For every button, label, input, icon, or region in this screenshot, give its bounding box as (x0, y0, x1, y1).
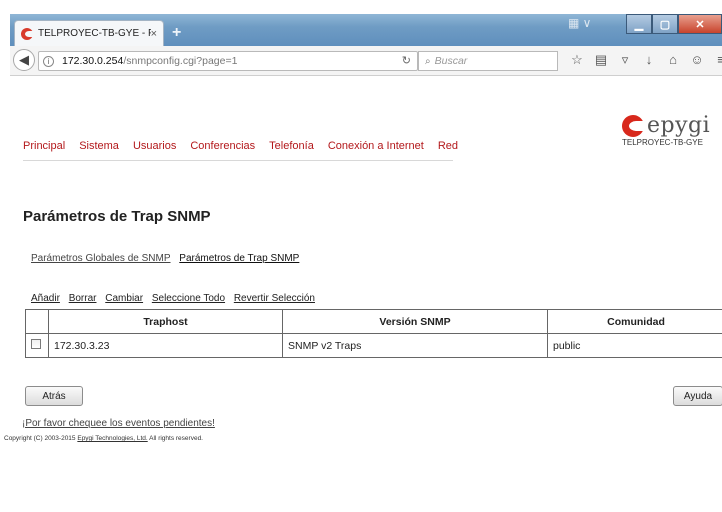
logo-text: epygi (647, 113, 711, 138)
copyright-prefix: Copyright (C) 2003-2015 (4, 435, 78, 442)
browser-toolbar: ◀ i 172.30.0.254 /snmpconfig.cgi?page=1 … (10, 46, 722, 76)
window-controls: ▁ ▢ ✕ (626, 14, 722, 36)
menu-icon[interactable]: ≡ (714, 52, 722, 68)
search-placeholder: Buscar (434, 55, 468, 67)
browser-tab[interactable]: TELPROYEC-TB-GYE - Pará... × (14, 20, 164, 46)
table-row: 172.30.3.23 SNMP v2 Traps public (25, 333, 722, 358)
nav-item-red[interactable]: Red (438, 140, 458, 152)
nav-item-principal[interactable]: Principal (23, 140, 65, 152)
table-header-row: Traphost Versión SNMP Comunidad (25, 309, 722, 334)
toolbar-icons: ☆ ▤ ▿ ↓ ⌂ ☺ ≡ (570, 52, 722, 68)
epygi-company-link[interactable]: Epygi Technologies, Ltd. (77, 435, 147, 442)
minimize-icon[interactable]: ▁ (626, 14, 652, 34)
download-icon[interactable]: ↓ (642, 52, 656, 68)
header-checkbox-cell (25, 309, 49, 334)
nav-item-sistema[interactable]: Sistema (79, 140, 119, 152)
nav-item-usuarios[interactable]: Usuarios (133, 140, 176, 152)
bookmark-star-icon[interactable]: ☆ (570, 52, 584, 68)
search-icon: ⌕ (425, 55, 431, 67)
url-path: /snmpconfig.cgi?page=1 (123, 55, 238, 67)
help-button[interactable]: Ayuda (673, 386, 722, 406)
reload-icon[interactable]: ↻ (402, 54, 411, 67)
copyright-notice: Copyright (C) 2003-2015 Epygi Technologi… (4, 435, 203, 442)
tab-title: TELPROYEC-TB-GYE - Pará... (38, 28, 151, 39)
trap-table: Traphost Versión SNMP Comunidad 172.30.3… (25, 309, 722, 358)
back-button[interactable]: Atrás (25, 386, 83, 406)
header-community: Comunidad (547, 309, 722, 334)
home-icon[interactable]: ⌂ (666, 52, 680, 68)
copyright-suffix: All rights reserved. (147, 435, 203, 442)
nav-item-conferencias[interactable]: Conferencias (190, 140, 255, 152)
add-link[interactable]: Añadir (31, 293, 60, 304)
revert-selection-link[interactable]: Revertir Selección (234, 293, 315, 304)
search-input[interactable]: ⌕ Buscar (418, 51, 558, 71)
epygi-logo-icon (622, 114, 644, 137)
page-title: Parámetros de Trap SNMP (23, 208, 211, 225)
pocket-icon[interactable]: ▿ (618, 52, 632, 68)
table-actions: Añadir Borrar Cambiar Seleccione Todo Re… (31, 293, 321, 304)
row-checkbox[interactable] (31, 339, 41, 349)
epygi-favicon-icon (21, 27, 33, 40)
row-checkbox-cell (25, 333, 49, 358)
change-link[interactable]: Cambiar (105, 293, 143, 304)
reading-list-icon[interactable]: ▤ (594, 52, 608, 68)
close-window-icon[interactable]: ✕ (678, 14, 722, 34)
main-navigation: Principal Sistema Usuarios Conferencias … (23, 140, 472, 152)
delete-link[interactable]: Borrar (69, 293, 97, 304)
address-bar[interactable]: i 172.30.0.254 /snmpconfig.cgi?page=1 ↻ (38, 51, 418, 71)
nav-item-telefonia[interactable]: Telefonía (269, 140, 314, 152)
device-hostname: TELPROYEC-TB-GYE (622, 138, 703, 147)
nav-divider (23, 160, 453, 161)
cell-community: public (547, 333, 722, 358)
tab-close-icon[interactable]: × (151, 28, 157, 40)
titlebar-extension-icon[interactable]: ▦ ∨ (568, 16, 591, 30)
cell-traphost: 172.30.3.23 (48, 333, 283, 358)
header-snmp-version: Versión SNMP (282, 309, 548, 334)
nav-item-conexion-internet[interactable]: Conexión a Internet (328, 140, 424, 152)
smiley-icon[interactable]: ☺ (690, 52, 704, 68)
url-host: 172.30.0.254 (62, 55, 124, 67)
maximize-icon[interactable]: ▢ (652, 14, 678, 34)
link-trap-snmp[interactable]: Parámetros de Trap SNMP (179, 253, 299, 264)
desktop-strip (0, 0, 722, 14)
pending-events-link[interactable]: ¡Por favor chequee los eventos pendiente… (22, 418, 215, 429)
cell-snmp-version: SNMP v2 Traps (282, 333, 548, 358)
web-page: Principal Sistema Usuarios Conferencias … (4, 76, 722, 512)
back-arrow-icon[interactable]: ◀ (13, 49, 35, 71)
select-all-link[interactable]: Seleccione Todo (152, 293, 225, 304)
new-tab-button[interactable]: + (172, 24, 181, 42)
info-icon[interactable]: i (43, 55, 54, 67)
epygi-logo: epygi (622, 113, 710, 138)
link-global-snmp[interactable]: Parámetros Globales de SNMP (31, 253, 171, 264)
header-traphost: Traphost (48, 309, 283, 334)
sub-navigation: Parámetros Globales de SNMP Parámetros d… (31, 253, 305, 264)
